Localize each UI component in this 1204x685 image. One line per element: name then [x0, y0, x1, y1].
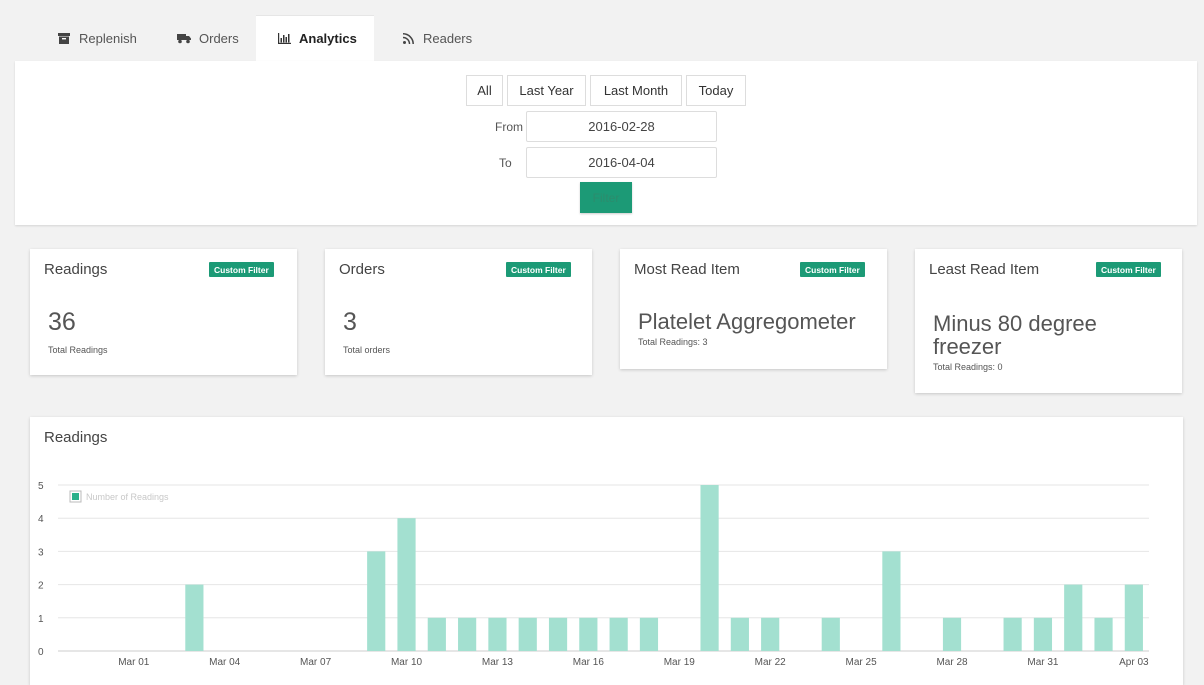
tab-label: Replenish — [79, 30, 137, 46]
bar[interactable] — [488, 617, 507, 651]
legend-swatch — [72, 493, 79, 500]
to-date-input[interactable] — [526, 147, 717, 178]
rss-icon — [401, 31, 415, 45]
x-tick-label: Apr 03 — [1119, 657, 1149, 668]
bar[interactable] — [761, 617, 780, 651]
bar[interactable] — [700, 485, 719, 651]
x-tick-label: Mar 01 — [118, 657, 150, 668]
bar[interactable] — [1064, 584, 1083, 651]
tab-readers[interactable]: Readers — [379, 15, 494, 61]
from-date-input[interactable] — [526, 111, 717, 142]
readings-chart-panel: Readings 0 1 2 3 4 5 Mar 01 Mar 04 Mar 07 Mar 10 M… — [30, 417, 1183, 685]
bar[interactable] — [1124, 584, 1143, 651]
legend-label: Number of Readings — [86, 492, 169, 502]
bar[interactable] — [730, 617, 749, 651]
x-tick-label: Mar 04 — [209, 657, 241, 668]
x-tick-label: Mar 25 — [846, 657, 878, 668]
bar[interactable] — [1003, 617, 1022, 651]
tab-label: Analytics — [299, 31, 357, 46]
range-all-button[interactable]: All — [466, 75, 503, 106]
least-read-item-card: Least Read Item Custom Filter Minus 80 d… — [915, 249, 1182, 393]
bar[interactable] — [579, 617, 598, 651]
bar[interactable] — [609, 617, 628, 651]
card-subtitle: Total orders — [343, 345, 391, 355]
card-title: Orders — [339, 261, 385, 278]
y-tick-label: 1 — [38, 614, 44, 625]
y-tick-label: 4 — [38, 514, 44, 525]
bar[interactable] — [548, 617, 568, 651]
card-value: Platelet Aggregometer — [638, 309, 856, 334]
bar[interactable] — [1094, 617, 1113, 651]
orders-card: Orders Custom Filter 3 Total orders — [325, 249, 592, 375]
bar[interactable] — [1033, 617, 1053, 651]
x-tick-label: Mar 07 — [300, 657, 332, 668]
archive-box-icon — [57, 31, 71, 45]
bar[interactable] — [639, 617, 659, 651]
tab-replenish[interactable]: Replenish — [35, 15, 159, 61]
filter-panel: All Last Year Last Month Today From To F… — [15, 61, 1197, 225]
bar-chart-icon — [278, 32, 291, 46]
x-tick-label: Mar 16 — [573, 657, 605, 668]
card-subtitle: Total Readings — [48, 345, 108, 355]
bar[interactable] — [882, 551, 901, 651]
x-tick-label: Mar 22 — [755, 657, 787, 668]
readings-bar-chart: 0 1 2 3 4 5 Mar 01 Mar 04 Mar 07 Mar 10 Mar 13 Mar … — [38, 481, 1149, 668]
to-label: To — [499, 156, 512, 170]
x-tick-label: Mar 10 — [391, 657, 423, 668]
bar[interactable] — [185, 584, 204, 651]
y-tick-label: 0 — [38, 647, 44, 658]
range-last-month-button[interactable]: Last Month — [590, 75, 682, 106]
custom-filter-badge: Custom Filter — [209, 262, 274, 277]
card-title: Least Read Item — [929, 261, 1040, 278]
range-today-button[interactable]: Today — [686, 75, 746, 106]
card-value: 3 — [343, 308, 357, 336]
card-value: 36 — [48, 308, 76, 336]
x-tick-label: Mar 13 — [482, 657, 514, 668]
truck-icon — [177, 31, 191, 45]
bar[interactable] — [458, 617, 477, 651]
filter-button[interactable]: Filter — [580, 182, 632, 213]
y-tick-label: 2 — [38, 581, 44, 592]
x-tick-label: Mar 28 — [936, 657, 968, 668]
bar[interactable] — [518, 617, 537, 651]
bar[interactable] — [427, 617, 446, 651]
card-subtitle: Total Readings: 3 — [638, 337, 708, 347]
bar[interactable] — [821, 617, 840, 651]
from-label: From — [495, 120, 523, 134]
y-tick-label: 5 — [38, 481, 44, 492]
tab-orders[interactable]: Orders — [155, 15, 261, 61]
bar[interactable] — [397, 518, 416, 651]
bar[interactable] — [367, 551, 386, 651]
most-read-item-card: Most Read Item Custom Filter Platelet Ag… — [620, 249, 887, 369]
tab-analytics[interactable]: Analytics — [256, 15, 374, 61]
x-tick-label: Mar 19 — [664, 657, 696, 668]
card-subtitle: Total Readings: 0 — [933, 362, 1003, 372]
card-value-line2: freezer — [933, 334, 1002, 359]
card-title: Readings — [44, 261, 108, 278]
custom-filter-badge: Custom Filter — [1096, 262, 1161, 277]
tab-label: Readers — [423, 30, 473, 46]
custom-filter-badge: Custom Filter — [800, 262, 865, 277]
bar[interactable] — [942, 617, 962, 651]
tab-label: Orders — [199, 30, 239, 46]
x-tick-label: Mar 31 — [1027, 657, 1059, 668]
custom-filter-badge: Custom Filter — [506, 262, 571, 277]
readings-card: Readings Custom Filter 36 Total Readings — [30, 249, 297, 375]
y-tick-label: 3 — [38, 547, 44, 558]
range-last-year-button[interactable]: Last Year — [507, 75, 586, 106]
tab-bar: Replenish Orders Analytics Readers — [15, 15, 1197, 61]
card-title: Most Read Item — [634, 261, 740, 278]
